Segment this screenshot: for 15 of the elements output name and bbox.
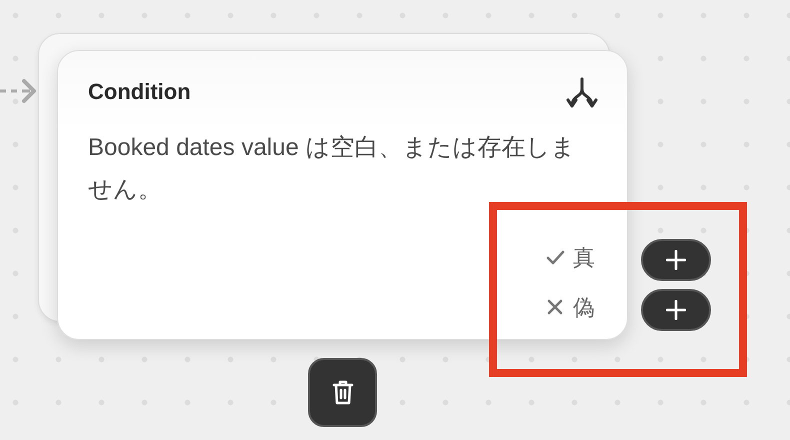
check-icon	[546, 249, 565, 266]
add-step-button[interactable]	[641, 239, 711, 281]
branch-label: 真	[573, 244, 595, 272]
close-icon	[546, 299, 565, 316]
trash-icon	[332, 380, 354, 406]
delete-button[interactable]	[308, 358, 377, 427]
branch-label: 偽	[573, 294, 595, 322]
card-title: Condition	[88, 78, 191, 106]
plus-icon	[666, 300, 686, 320]
split-arrow-icon	[565, 77, 599, 109]
connector-arrow	[0, 78, 38, 104]
plus-icon	[666, 250, 686, 270]
add-step-button[interactable]	[641, 289, 711, 331]
condition-description: Booked dates value は空白、または存在しません。	[88, 133, 576, 205]
condition-card[interactable]: Condition Booked dates value は空白、または存在しません。 真 偽	[57, 50, 628, 340]
